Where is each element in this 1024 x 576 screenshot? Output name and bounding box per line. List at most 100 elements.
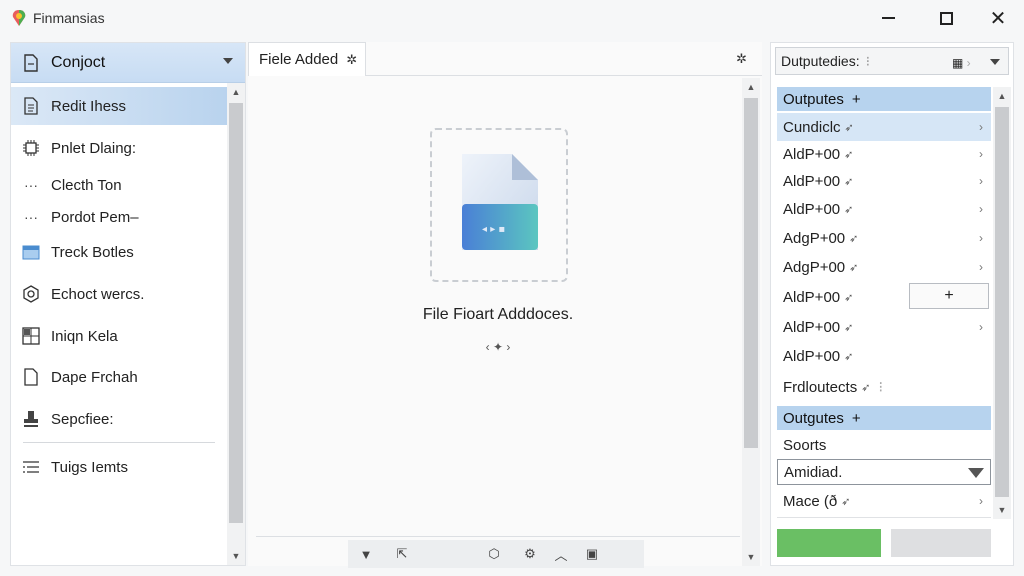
section-outputs-header[interactable]: Outputes + xyxy=(777,87,991,111)
sidebar-item-label: Redit Ihess xyxy=(51,97,127,115)
ellipsis-icon: ··· xyxy=(24,209,38,225)
sidebar-item-treck-botles[interactable]: Treck Botles xyxy=(11,233,227,271)
separator: ⁝ xyxy=(878,379,884,396)
chevron-down-icon[interactable] xyxy=(990,59,1000,65)
sidebar-item-pnlet-dlaing[interactable]: Pnlet Dlaing: xyxy=(11,129,227,167)
drop-zone-title: File Fioart Adddoces. xyxy=(422,306,574,323)
add-icon[interactable]: + xyxy=(852,91,861,108)
main-scrollbar[interactable]: ▲ ▼ xyxy=(742,78,760,566)
output-row[interactable]: AldP+00 ➶ xyxy=(777,283,907,311)
project-label: Conjoct xyxy=(51,53,106,71)
export-icon: ⇱ xyxy=(396,546,408,561)
sort-dropdown[interactable]: Amidiad. xyxy=(777,459,991,485)
scroll-up-icon[interactable]: ▲ xyxy=(993,87,1011,105)
collapse-button[interactable]: ︿ xyxy=(548,541,574,567)
sidebar-item-label: Iniqn Kela xyxy=(51,327,118,345)
cancel-button[interactable] xyxy=(891,529,991,557)
output-row[interactable]: AldP+00 ➶ › xyxy=(777,167,991,195)
scroll-thumb[interactable] xyxy=(744,98,758,448)
tab-file-added[interactable]: Fiele Added ✲ xyxy=(248,42,366,76)
sidebar-item-iniqn-kela[interactable]: Iniqn Kela xyxy=(11,317,227,355)
sorts-text: Soorts xyxy=(783,436,827,454)
chevron-right-icon: › xyxy=(979,147,983,161)
output-row[interactable]: AldP+00 ➶ › xyxy=(777,195,991,223)
output-row-mace[interactable]: Mace (ð ➶ › xyxy=(777,487,991,515)
pin-icon: ➶ xyxy=(844,148,854,161)
scroll-down-icon[interactable]: ▼ xyxy=(742,548,760,566)
maximize-button[interactable] xyxy=(928,6,964,30)
pin-icon[interactable]: ✲ xyxy=(346,52,357,68)
output-row[interactable]: AdgP+00 ➶ › xyxy=(777,224,991,252)
selector-label: Dutputedies: xyxy=(781,53,860,69)
confirm-button[interactable] xyxy=(777,529,881,557)
pin-icon: ➶ xyxy=(849,261,859,274)
cube-button[interactable]: ⬡ xyxy=(476,541,512,567)
row-label: Mace (ð xyxy=(783,492,838,510)
outputs-scrollbar[interactable]: ▲ ▼ xyxy=(993,87,1011,519)
page-icon xyxy=(24,368,38,386)
document-lines-icon xyxy=(24,97,38,115)
scroll-up-icon[interactable]: ▲ xyxy=(227,83,245,101)
sidebar-item-redit-ihess[interactable]: Redit Ihess xyxy=(11,87,227,125)
close-panel-icon[interactable]: ✲ xyxy=(736,51,747,67)
minimize-button[interactable] xyxy=(870,6,906,30)
pin-icon: ➶ xyxy=(844,203,854,216)
section-outgutes-header[interactable]: Outgutes + xyxy=(777,406,991,430)
sidebar-item-label: Dape Frchah xyxy=(51,368,138,386)
outputs-selector[interactable]: Dutputedies: ⁝ ▦ › xyxy=(775,47,1009,75)
svg-text:◂ ▸ ▪: ◂ ▸ ▪ xyxy=(482,224,505,235)
sidebar-item-label: Tuigs Iemts xyxy=(51,458,128,476)
pin-icon: ➶ xyxy=(849,232,859,245)
image-icon: ▣ xyxy=(585,546,599,561)
minimize-icon xyxy=(881,17,895,19)
output-row[interactable]: Cundiclc ➶ › xyxy=(777,113,991,141)
row-label: AldP+00 xyxy=(783,172,841,190)
sidebar-item-tuigs-iemts[interactable]: Tuigs Iemts xyxy=(11,448,227,486)
sidebar-item-dape-frchah[interactable]: Dape Frchah xyxy=(11,358,227,396)
row-label: AldP+00 xyxy=(783,288,841,306)
output-row[interactable]: Frdloutects ➶ ⁝ xyxy=(777,373,991,401)
grid-icon xyxy=(22,327,40,345)
export-button[interactable]: ⇱ xyxy=(384,541,420,567)
output-row[interactable]: AldP+00 ➶ › xyxy=(777,140,991,168)
bottom-toolbar: ▼ ⇱ ⬡ ⚙ ︿ ▣ xyxy=(348,540,644,568)
scroll-down-icon[interactable]: ▼ xyxy=(227,547,245,565)
output-row[interactable]: AldP+00 ➶ › xyxy=(777,313,991,341)
project-dropdown[interactable]: Conjoct xyxy=(11,43,245,83)
sidebar-item-label: Pordot Pem– xyxy=(51,208,139,226)
scroll-thumb[interactable] xyxy=(229,103,243,523)
scroll-down-icon[interactable]: ▼ xyxy=(993,501,1011,519)
row-label: AldP+00 xyxy=(783,318,841,336)
row-label: AldP+00 xyxy=(783,145,841,163)
cube-icon: ⬡ xyxy=(488,546,500,561)
chip-icon xyxy=(23,140,39,156)
file-drop-zone[interactable]: ◂ ▸ ▪ xyxy=(430,128,568,282)
settings-button[interactable]: ⚙ xyxy=(512,541,548,567)
ellipsis-icon: ··· xyxy=(24,177,38,193)
scroll-up-icon[interactable]: ▲ xyxy=(742,78,760,96)
tab-label: Fiele Added xyxy=(259,51,339,68)
dropdown-button[interactable]: ▼ xyxy=(348,541,384,567)
row-label: AdgP+00 xyxy=(783,229,846,247)
sidebar-item-label: Echoct wercs. xyxy=(51,285,145,303)
scroll-thumb[interactable] xyxy=(995,107,1009,497)
chevron-right-icon: › xyxy=(979,320,983,334)
close-window-button[interactable]: ✕ xyxy=(980,6,1016,30)
grid-icon[interactable]: ▦ › xyxy=(952,56,971,70)
output-row[interactable]: AdgP+00 ➶ › xyxy=(777,253,991,281)
add-output-button[interactable]: + xyxy=(909,283,989,309)
sidebar-scrollbar[interactable]: ▲ ▼ xyxy=(227,83,245,565)
row-label: AldP+00 xyxy=(783,200,841,218)
sidebar-item-pordot-pem[interactable]: ··· Pordot Pem– xyxy=(11,198,227,236)
dropdown-value: Amidiad. xyxy=(784,463,843,481)
add-icon[interactable]: + xyxy=(852,410,861,427)
sidebar-item-sepcfiee[interactable]: Sepcfiee: xyxy=(11,400,227,438)
sidebar-item-label: Sepcfiee: xyxy=(51,410,114,428)
stamp-icon xyxy=(24,411,38,427)
sidebar-item-echoct-wercs[interactable]: Echoct wercs. xyxy=(11,275,227,313)
output-row[interactable]: AldP+00 ➶ xyxy=(777,342,991,370)
gear-icon: ⚙ xyxy=(524,546,536,561)
pin-icon: ➶ xyxy=(841,495,851,508)
image-button[interactable]: ▣ xyxy=(574,541,610,567)
chevron-right-icon: › xyxy=(979,174,983,188)
